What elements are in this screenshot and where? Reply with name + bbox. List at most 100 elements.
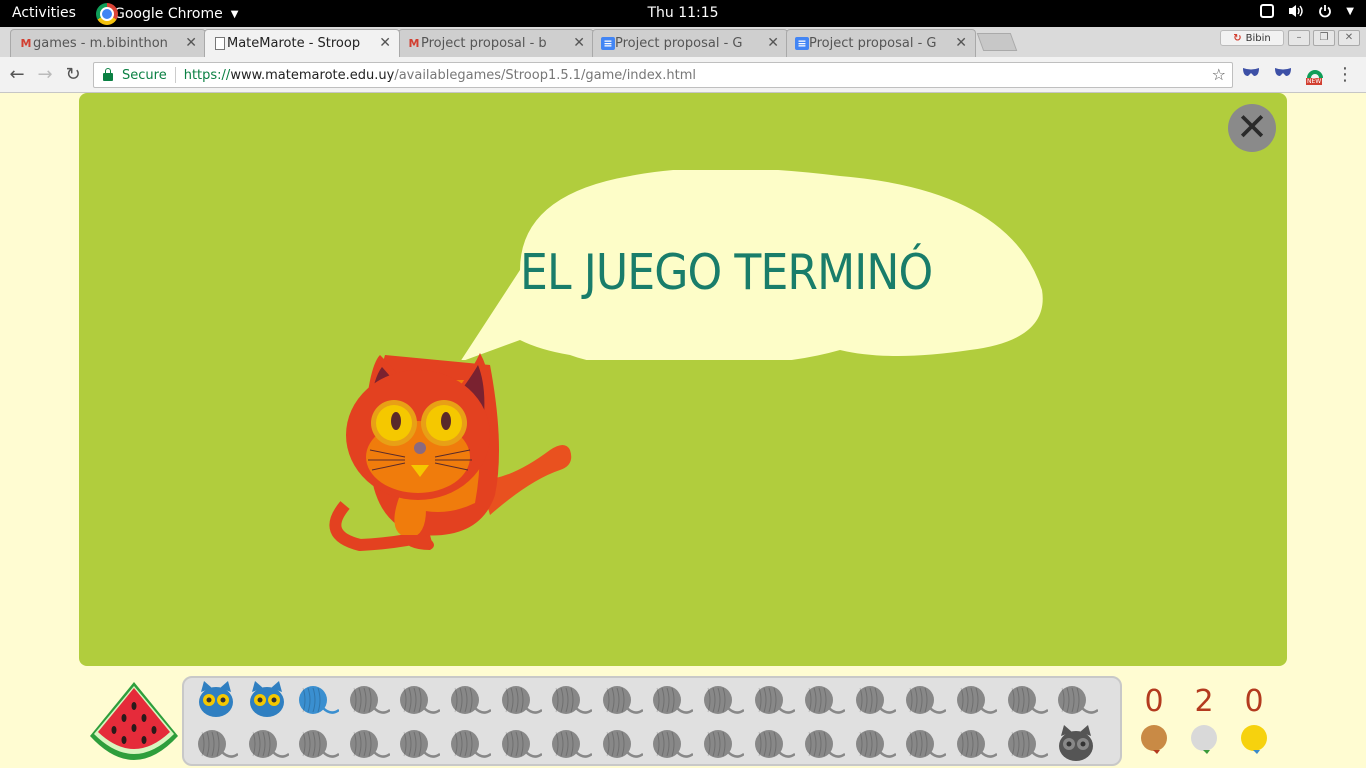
profile-button[interactable]: ↻ Bibin xyxy=(1220,30,1284,46)
system-tray[interactable]: ▼ xyxy=(1260,4,1354,22)
yarn-ball-gray-icon xyxy=(653,686,694,714)
tab-title: MateMarote - Stroop xyxy=(227,36,361,51)
caret-down-icon[interactable]: ▼ xyxy=(1346,4,1354,22)
yarn-ball-gray-icon xyxy=(855,686,896,714)
yarn-ball-blue-icon xyxy=(299,686,340,714)
yarn-ball-gray-icon xyxy=(602,686,643,714)
caret-down-icon: ▼ xyxy=(230,8,239,20)
yarn-ball-gray-icon xyxy=(451,730,491,758)
close-game-button[interactable]: ✕ xyxy=(1228,104,1276,152)
tab-gmail-project[interactable]: M Project proposal - b ✕ xyxy=(398,29,594,57)
yarn-ball-gray-icon xyxy=(552,730,593,758)
close-tab-icon[interactable]: ✕ xyxy=(955,35,967,51)
secure-label: Secure xyxy=(122,67,167,83)
minimize-button[interactable]: – xyxy=(1288,30,1310,46)
tab-gmail-games[interactable]: M games - m.bibinthon ✕ xyxy=(10,29,206,57)
address-bar[interactable]: Secure https:// www.matemarote.edu.uy /a… xyxy=(93,62,1233,88)
forward-arrow-icon[interactable]: → xyxy=(34,64,56,86)
tab-title: Project proposal - G xyxy=(615,36,743,51)
tab-title: Project proposal - G xyxy=(809,36,937,51)
silver-score: 2 xyxy=(1194,684,1214,719)
gold-score: 0 xyxy=(1244,684,1264,719)
yarn-ball-gray-icon xyxy=(957,730,997,758)
yarn-ball-gray-icon xyxy=(400,686,441,714)
cat-character xyxy=(329,353,572,552)
close-tab-icon[interactable]: ✕ xyxy=(767,35,779,51)
yarn-ball-gray-icon xyxy=(451,686,491,714)
cat-face-dark-icon xyxy=(1059,725,1094,761)
mask-extension-icon[interactable] xyxy=(1273,66,1293,84)
close-window-button[interactable]: ✕ xyxy=(1338,30,1360,46)
tab-matemarote[interactable]: MateMarote - Stroop ✕ xyxy=(204,29,400,57)
yarn-ball-gray-icon xyxy=(1007,730,1048,758)
new-tab-button[interactable] xyxy=(976,33,1018,51)
yarn-ball-gray-icon xyxy=(552,686,593,714)
tab-docs-project-2[interactable]: ≡ Project proposal - G ✕ xyxy=(786,29,976,57)
cat-face-blue-icon xyxy=(249,681,284,717)
yarn-ball-gray-icon xyxy=(501,730,542,758)
green-extension-icon[interactable]: NEW xyxy=(1305,66,1325,85)
gold-medal-icon xyxy=(1241,725,1267,754)
yarn-ball-gray-icon xyxy=(704,686,744,714)
lock-icon xyxy=(103,68,113,81)
yarn-ball-gray-icon xyxy=(349,730,390,758)
divider xyxy=(174,67,176,83)
url-path: /availablegames/Stroop1.5.1/game/index.h… xyxy=(394,67,696,83)
sync-error-icon: ↻ xyxy=(1233,32,1242,44)
tab-title: Project proposal - b xyxy=(421,36,547,51)
cat-face-blue-icon xyxy=(199,681,233,717)
close-tab-icon[interactable]: ✕ xyxy=(573,35,585,51)
back-arrow-icon[interactable]: ← xyxy=(6,64,28,86)
yarn-ball-gray-icon xyxy=(248,730,289,758)
volume-icon[interactable] xyxy=(1288,4,1304,22)
bookmark-star-icon[interactable]: ☆ xyxy=(1212,65,1226,84)
yarn-ball-gray-icon xyxy=(198,730,238,758)
page-icon xyxy=(215,37,225,50)
new-badge: NEW xyxy=(1306,78,1323,85)
restore-button[interactable]: ❐ xyxy=(1313,30,1335,46)
yarn-ball-gray-icon xyxy=(602,730,643,758)
mask-extension-icon[interactable] xyxy=(1241,66,1261,84)
yarn-ball-gray-icon xyxy=(501,686,542,714)
yarn-ball-gray-icon xyxy=(805,686,846,714)
gmail-icon: M xyxy=(20,37,32,50)
close-tab-icon[interactable]: ✕ xyxy=(379,35,391,51)
power-icon[interactable] xyxy=(1318,4,1332,22)
tab-title: games - m.bibinthon xyxy=(33,36,168,51)
progress-track xyxy=(182,676,1122,766)
close-tab-icon[interactable]: ✕ xyxy=(185,35,197,51)
silver-medal-icon xyxy=(1191,725,1217,754)
yarn-ball-gray-icon xyxy=(906,686,947,714)
docs-icon: ≡ xyxy=(795,37,809,50)
yarn-ball-gray-icon xyxy=(1007,686,1048,714)
yarn-ball-gray-icon xyxy=(704,730,744,758)
yarn-ball-gray-icon xyxy=(754,730,795,758)
url-host: www.matemarote.edu.uy xyxy=(230,67,395,83)
game-over-message: EL JUEGO TERMINÓ xyxy=(520,244,933,301)
yarn-ball-gray-icon xyxy=(805,730,846,758)
docs-icon: ≡ xyxy=(601,37,615,50)
watermelon-icon xyxy=(90,682,178,760)
reload-icon[interactable]: ↻ xyxy=(62,64,84,86)
app-menu-label: Google Chrome xyxy=(114,6,223,22)
bronze-medal-icon xyxy=(1141,725,1167,754)
tab-docs-project-1[interactable]: ≡ Project proposal - G ✕ xyxy=(592,29,788,57)
yarn-ball-gray-icon xyxy=(349,686,390,714)
profile-name: Bibin xyxy=(1245,32,1271,44)
menu-dots-icon[interactable]: ⋮ xyxy=(1336,64,1354,85)
yarn-ball-gray-icon xyxy=(957,686,997,714)
system-top-bar: Activities Google Chrome ▼ Thu 11:15 ▼ xyxy=(0,0,1366,27)
activities-button[interactable]: Activities xyxy=(12,5,76,21)
yarn-ball-gray-icon xyxy=(299,730,340,758)
browser-toolbar: ← → ↻ Secure https:// www.matemarote.edu… xyxy=(0,57,1366,93)
yarn-ball-gray-icon xyxy=(754,686,795,714)
yarn-ball-gray-icon xyxy=(400,730,441,758)
window-icon[interactable] xyxy=(1260,4,1275,22)
tab-strip: M games - m.bibinthon ✕ MateMarote - Str… xyxy=(0,27,1366,57)
yarn-ball-gray-icon xyxy=(906,730,947,758)
scoreboard: 0 2 0 xyxy=(1136,684,1276,768)
app-menu[interactable]: Google Chrome ▼ xyxy=(96,1,238,27)
gmail-icon: M xyxy=(408,37,420,50)
yarn-ball-gray-icon xyxy=(653,730,694,758)
bronze-score: 0 xyxy=(1144,684,1164,719)
